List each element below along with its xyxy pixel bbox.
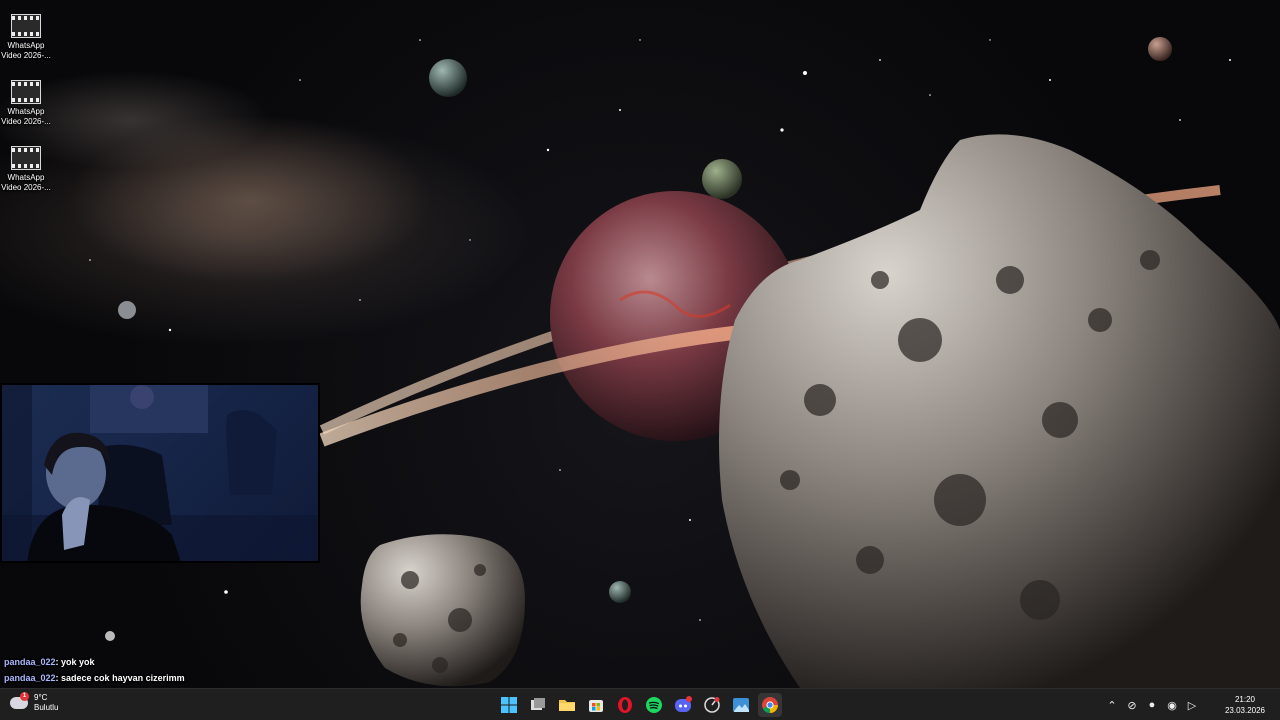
discord-icon	[675, 696, 692, 712]
weather-temperature: 9°C	[34, 693, 48, 702]
microphone-icon[interactable]: ●	[1142, 695, 1162, 715]
spotify-icon	[646, 697, 662, 713]
file-subtitle: Video 2026-...	[1, 117, 51, 126]
photos-icon	[733, 698, 749, 712]
file-subtitle: Video 2026-...	[1, 51, 51, 60]
photos-button[interactable]	[729, 693, 753, 717]
chat-text: yok yok	[61, 657, 95, 667]
file-name: WhatsApp	[7, 41, 45, 50]
store-icon	[589, 700, 603, 712]
taskbar: 1 9°C Bulutlu ⌃ ⊘ ● ◉ ▷ 21:20 23.03.2026	[0, 688, 1280, 720]
moon	[702, 159, 742, 199]
webcam-overlay	[0, 383, 320, 563]
volume-icon[interactable]: ▷	[1182, 695, 1202, 715]
video-file-icon	[11, 146, 41, 170]
file-name: WhatsApp	[7, 107, 45, 116]
chrome-button[interactable]	[758, 693, 782, 717]
dial-icon	[704, 697, 720, 713]
discord-button[interactable]	[671, 693, 695, 717]
moon	[118, 301, 136, 319]
moon	[105, 631, 115, 641]
opera-icon	[618, 697, 632, 713]
chat-username: pandaa_022	[4, 657, 56, 667]
desktop-icon-grid: WhatsApp Video 2026-... WhatsApp Video 2…	[0, 10, 52, 208]
moon	[429, 59, 467, 97]
file-subtitle: Video 2026-...	[1, 183, 51, 192]
chevron-up-icon[interactable]: ⌃	[1102, 695, 1122, 715]
start-button[interactable]	[497, 693, 521, 717]
store-button[interactable]	[584, 693, 608, 717]
space-scene	[89, 37, 1280, 688]
file-explorer-button[interactable]	[555, 693, 579, 717]
network-off-icon[interactable]: ⊘	[1122, 695, 1142, 715]
opera-button[interactable]	[613, 693, 637, 717]
weather-widget[interactable]: 1 9°C Bulutlu	[10, 692, 59, 713]
desktop-file-video-3[interactable]: WhatsApp Video 2026-...	[0, 142, 52, 208]
taskbar-apps	[497, 693, 782, 717]
large-asteroid	[718, 134, 1280, 688]
weather-condition: Bulutlu	[34, 703, 59, 712]
chat-username: pandaa_022	[4, 673, 56, 683]
desktop-wallpaper	[0, 0, 1280, 688]
chrome-icon	[762, 697, 778, 713]
wifi-icon[interactable]: ◉	[1162, 695, 1182, 715]
chat-message: pandaa_022: yok yok	[4, 657, 95, 667]
windows-icon	[501, 697, 517, 713]
desktop-file-video-2[interactable]: WhatsApp Video 2026-...	[0, 76, 52, 142]
folder-icon	[559, 700, 575, 711]
chat-text: sadece cok hayvan cizerimm	[61, 673, 185, 683]
weather-badge: 1	[20, 692, 29, 701]
system-tray: ⌃ ⊘ ● ◉ ▷ 21:20 23.03.2026	[1102, 689, 1280, 720]
clock-time: 21:20	[1234, 695, 1256, 704]
desktop-file-video-1[interactable]: WhatsApp Video 2026-...	[0, 10, 52, 76]
dial-app-button[interactable]	[700, 693, 724, 717]
clock-date: 23.03.2026	[1224, 706, 1266, 715]
task-view-button[interactable]	[526, 693, 550, 717]
moon	[1148, 37, 1172, 61]
task-view-icon	[531, 698, 545, 710]
moon	[609, 581, 631, 603]
spotify-button[interactable]	[642, 693, 666, 717]
chat-message: pandaa_022: sadece cok hayvan cizerimm	[4, 673, 185, 683]
file-name: WhatsApp	[7, 173, 45, 182]
webcam-feed	[2, 385, 318, 561]
video-file-icon	[11, 80, 41, 104]
stream-chat: pandaa_022: yok yok pandaa_022: sadece c…	[4, 654, 185, 686]
clock[interactable]: 21:20 23.03.2026	[1210, 694, 1280, 716]
cloud-icon: 1	[10, 692, 29, 709]
video-file-icon	[11, 14, 41, 38]
